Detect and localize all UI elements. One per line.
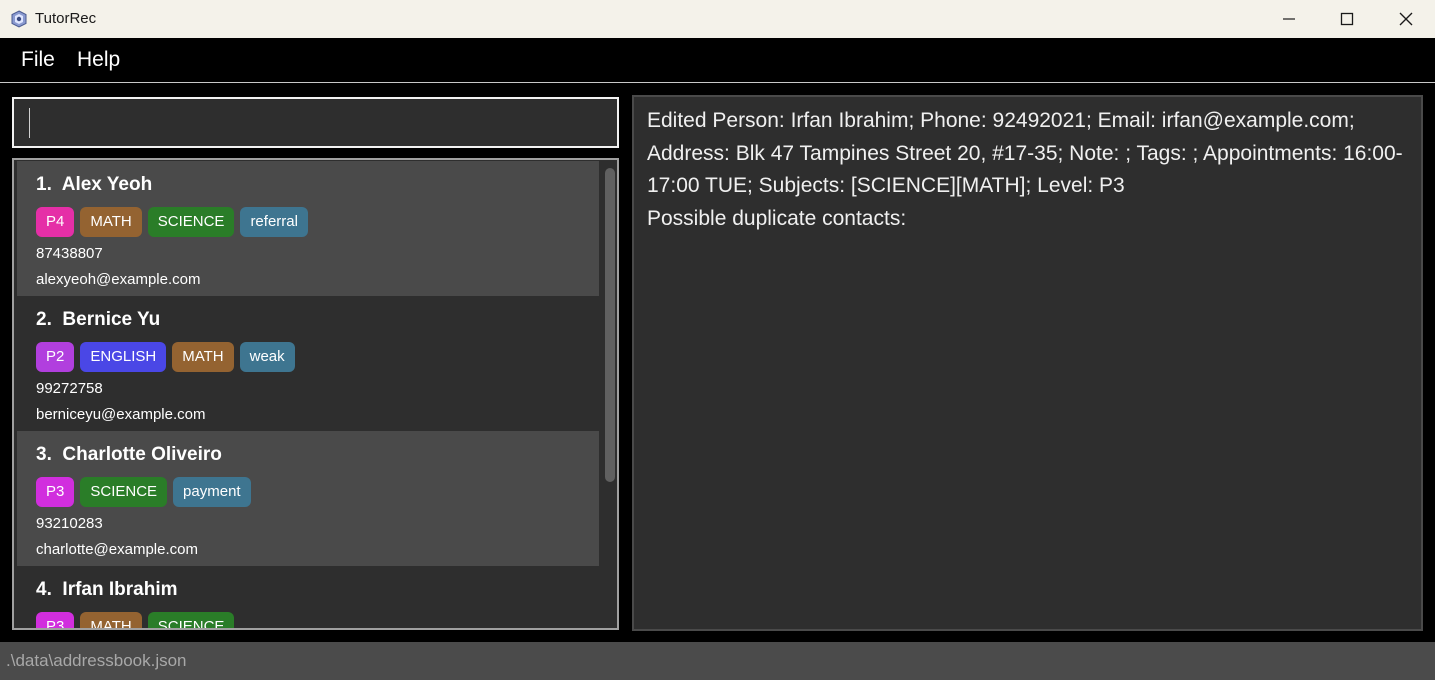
status-bar: .\data\addressbook.json [0,642,1435,680]
title-bar: TutorRec [0,0,1435,38]
maximize-icon [1340,12,1354,26]
person-card[interactable]: 1. Alex Yeoh P4 MATH SCIENCE referral 87… [17,161,599,296]
minimize-button[interactable] [1260,0,1318,38]
tag-level: P3 [36,612,75,628]
person-card[interactable]: 4. Irfan Ibrahim P3 MATH SCIENCE [17,566,599,628]
tutorrec-app-icon [11,10,27,28]
tag-subject: MATH [172,342,234,372]
person-email: charlotte@example.com [36,541,198,558]
person-name-text: Bernice Yu [62,309,161,330]
person-name: 3. Charlotte Oliveiro [36,444,222,466]
tag-subject: MATH [80,612,142,628]
close-icon [1399,12,1413,26]
person-index: 2. [36,309,52,330]
tag-level: P2 [36,342,75,372]
tag-level: P3 [36,477,75,507]
tag-subject: SCIENCE [147,612,235,628]
tag-subject: SCIENCE [80,477,168,507]
list-scrollbar[interactable] [601,160,617,628]
maximize-button[interactable] [1318,0,1376,38]
tag-subject: SCIENCE [147,207,235,237]
person-name-text: Charlotte Oliveiro [62,444,222,465]
person-index: 4. [36,579,52,600]
tag-subject: ENGLISH [80,342,167,372]
tag-label: referral [240,207,308,237]
person-name-text: Alex Yeoh [61,174,153,195]
person-phone: 93210283 [36,515,103,532]
menu-bar: File Help [0,38,1435,83]
tag-subject: MATH [80,207,142,237]
save-location-path: .\data\addressbook.json [6,651,187,670]
person-email: berniceyu@example.com [36,406,206,423]
person-list[interactable]: 1. Alex Yeoh P4 MATH SCIENCE referral 87… [12,158,619,630]
tag-row: P3 MATH SCIENCE [36,612,235,628]
text-caret [29,108,30,138]
tag-level: P4 [36,207,75,237]
tag-row: P4 MATH SCIENCE referral [36,207,308,237]
person-card[interactable]: 2. Bernice Yu P2 ENGLISH MATH weak 99272… [17,296,599,431]
menu-help[interactable]: Help [77,48,120,72]
minimize-icon [1283,18,1295,20]
menu-file[interactable]: File [21,48,55,72]
window-title: TutorRec [35,10,97,27]
person-index: 3. [36,444,52,465]
person-index: 1. [36,174,52,195]
person-name: 1. Alex Yeoh [36,174,152,196]
scrollbar-thumb[interactable] [605,168,615,482]
person-phone: 99272758 [36,380,103,397]
tag-row: P3 SCIENCE payment [36,477,251,507]
person-phone: 87438807 [36,245,103,262]
result-message: Edited Person: Irfan Ibrahim; Phone: 924… [647,109,1403,230]
command-box[interactable] [12,97,619,148]
close-button[interactable] [1377,0,1435,38]
command-input[interactable] [32,99,612,146]
person-name: 2. Bernice Yu [36,309,160,331]
person-name-text: Irfan Ibrahim [62,579,178,600]
tag-label: payment [173,477,251,507]
person-email: alexyeoh@example.com [36,271,201,288]
tag-label: weak [239,342,295,372]
person-card[interactable]: 3. Charlotte Oliveiro P3 SCIENCE payment… [17,431,599,566]
tag-row: P2 ENGLISH MATH weak [36,342,295,372]
person-name: 4. Irfan Ibrahim [36,579,178,601]
result-display: Edited Person: Irfan Ibrahim; Phone: 924… [632,95,1423,631]
